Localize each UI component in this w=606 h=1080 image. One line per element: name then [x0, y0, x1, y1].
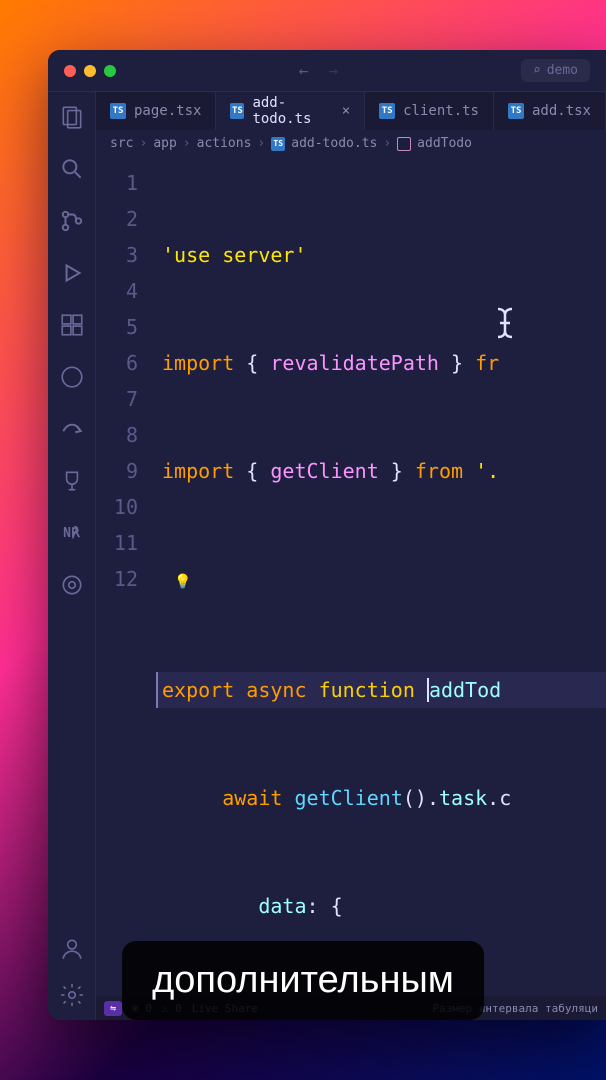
editor-area: TS page.tsx TS add-todo.ts × TS client.t… [96, 92, 606, 1020]
circle-icon[interactable] [59, 572, 85, 598]
explorer-icon[interactable] [59, 104, 85, 130]
extensions-icon[interactable] [59, 312, 85, 338]
tab-add[interactable]: TS add.tsx [494, 92, 606, 130]
command-center-search[interactable]: ⌕ demo [521, 59, 590, 82]
typescript-icon: TS [508, 103, 524, 119]
nav-forward-icon[interactable]: → [328, 61, 338, 80]
titlebar-center: ← → [116, 61, 521, 80]
chevron-right-icon: › [383, 136, 391, 151]
tab-label: client.ts [403, 103, 479, 119]
code-content[interactable]: 'use server' import { revalidatePath } f… [156, 157, 606, 996]
chevron-right-icon: › [183, 136, 191, 151]
typescript-icon: TS [379, 103, 395, 119]
function-symbol-icon [397, 137, 411, 151]
remote-indicator[interactable]: ⇋ [104, 1001, 122, 1016]
activity-bar: N℟ [48, 92, 96, 1020]
main-area: N℟ TS page.tsx TS ad [48, 92, 606, 1020]
lightbulb-icon[interactable]: 💡 [174, 574, 191, 590]
crumb-actions[interactable]: actions [197, 136, 252, 151]
tab-add-todo[interactable]: TS add-todo.ts × [216, 92, 365, 130]
nx-icon[interactable]: N℟ [59, 520, 85, 546]
github-icon[interactable] [59, 364, 85, 390]
source-control-icon[interactable] [59, 208, 85, 234]
subtitle-caption: дополнительным [122, 941, 484, 1020]
crumb-src[interactable]: src [110, 136, 133, 151]
tab-label: add.tsx [532, 103, 591, 119]
minimize-window-button[interactable] [84, 65, 96, 77]
chevron-right-icon: › [139, 136, 147, 151]
tab-label: page.tsx [134, 103, 201, 119]
titlebar: ← → ⌕ demo [48, 50, 606, 92]
search-placeholder: demo [547, 63, 578, 78]
typescript-icon: TS [230, 103, 244, 119]
search-icon[interactable] [59, 156, 85, 182]
crumb-symbol[interactable]: addTodo [417, 136, 472, 151]
crumb-file[interactable]: add-todo.ts [291, 136, 377, 151]
typescript-icon: TS [271, 137, 285, 151]
debug-icon[interactable] [59, 260, 85, 286]
editor-tabs: TS page.tsx TS add-todo.ts × TS client.t… [96, 92, 606, 130]
share-icon[interactable] [59, 416, 85, 442]
close-window-button[interactable] [64, 65, 76, 77]
chevron-right-icon: › [257, 136, 265, 151]
close-icon[interactable]: × [342, 103, 350, 119]
trophy-icon[interactable] [59, 468, 85, 494]
search-icon: ⌕ [533, 63, 541, 78]
tab-client[interactable]: TS client.ts [365, 92, 494, 130]
text-cursor-icon [492, 305, 518, 341]
line-numbers: 1 2 3 4 5 6 7 8 9 10 11 12 [96, 157, 156, 996]
breadcrumbs[interactable]: src › app › actions › TS add-todo.ts › a… [96, 130, 606, 157]
code-editor[interactable]: 1 2 3 4 5 6 7 8 9 10 11 12 'use server' … [96, 157, 606, 996]
maximize-window-button[interactable] [104, 65, 116, 77]
tab-label: add-todo.ts [252, 95, 333, 127]
editor-window: ← → ⌕ demo [48, 50, 606, 1020]
window-controls [64, 65, 116, 77]
account-icon[interactable] [59, 936, 85, 962]
nav-back-icon[interactable]: ← [299, 61, 309, 80]
settings-gear-icon[interactable] [59, 982, 85, 1008]
typescript-icon: TS [110, 103, 126, 119]
tab-page[interactable]: TS page.tsx [96, 92, 216, 130]
crumb-app[interactable]: app [153, 136, 176, 151]
